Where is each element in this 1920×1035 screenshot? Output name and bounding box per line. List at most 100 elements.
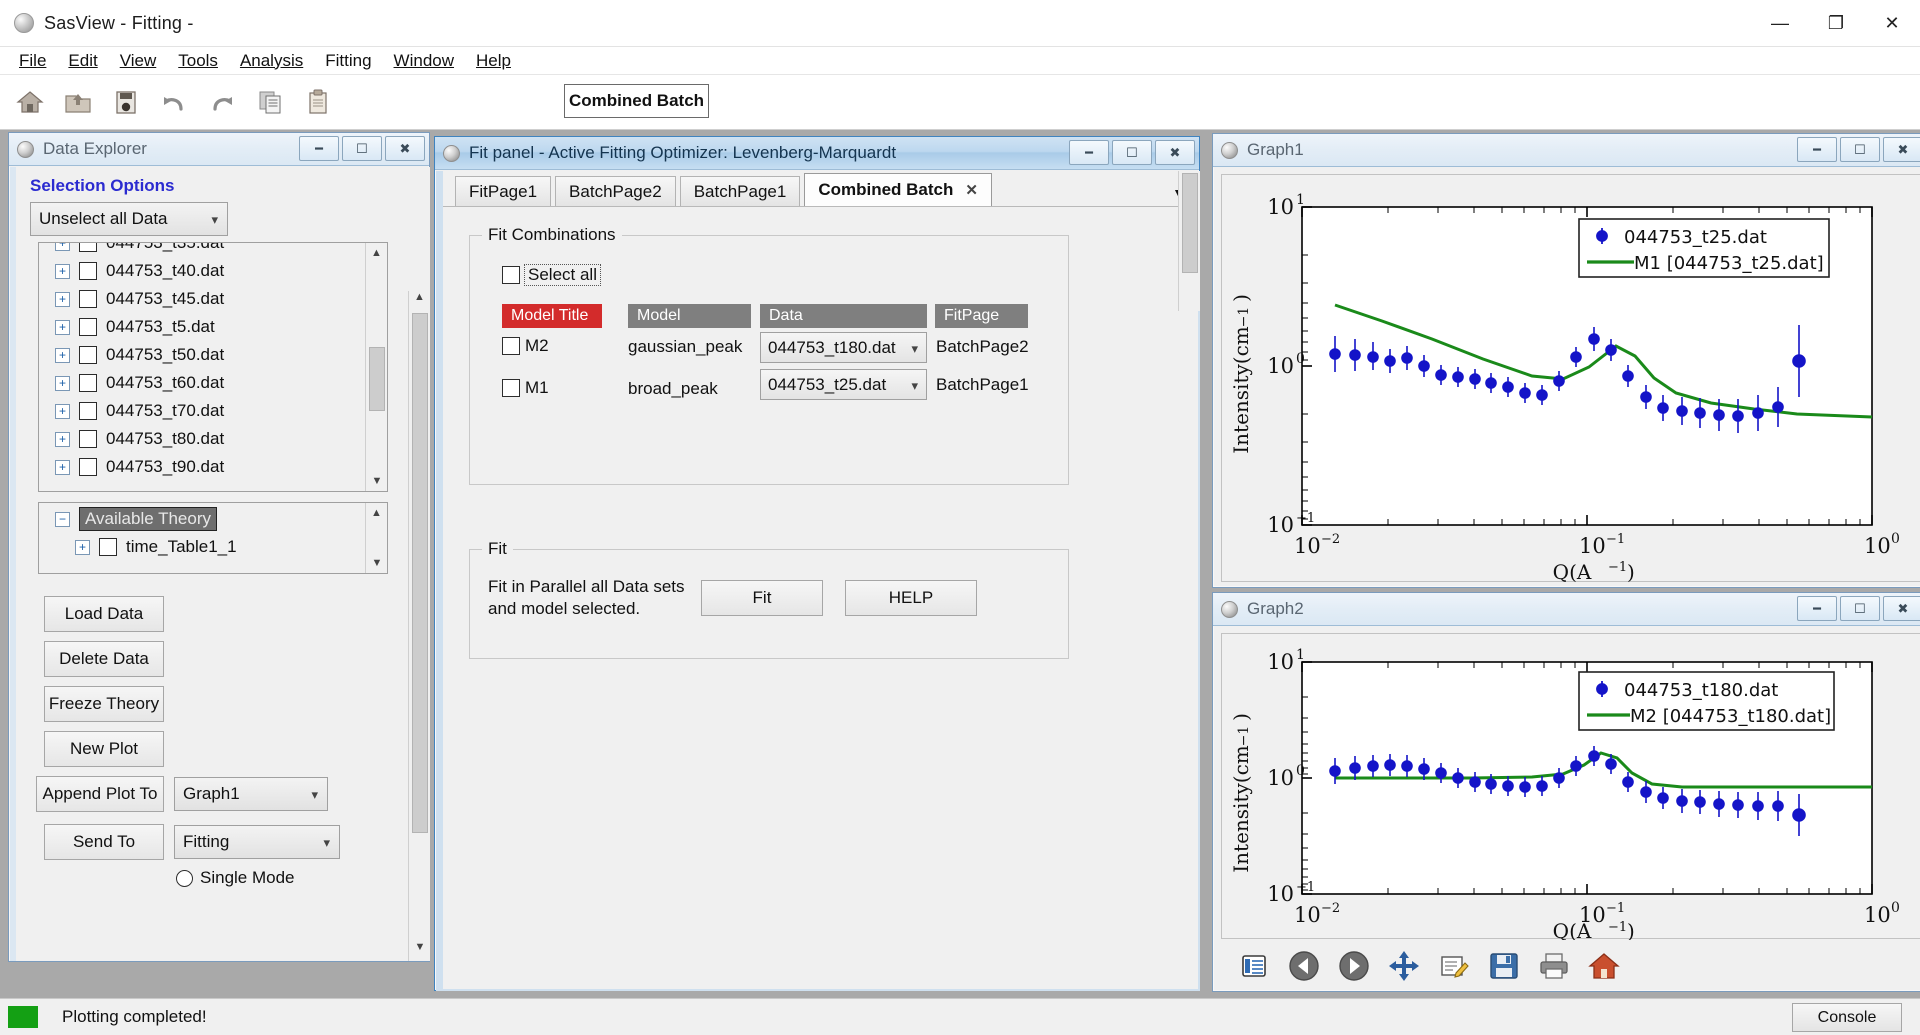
maximize-button[interactable]: ❐ — [1808, 0, 1864, 47]
minimize-button[interactable]: — — [1752, 0, 1808, 47]
expand-icon[interactable]: + — [55, 292, 70, 307]
open-folder-icon[interactable] — [54, 78, 102, 126]
undo-icon[interactable] — [150, 78, 198, 126]
row-checkbox[interactable] — [79, 290, 97, 308]
scroll-thumb[interactable] — [412, 313, 428, 833]
new-plot-button[interactable]: New Plot — [44, 731, 164, 767]
unselect-all-data-combo[interactable]: Unselect all Data ▾ — [30, 202, 228, 236]
home-icon[interactable] — [6, 78, 54, 126]
menu-file[interactable]: File — [8, 49, 57, 73]
append-plot-target-combo[interactable]: Graph1 ▾ — [174, 777, 328, 811]
expand-icon[interactable]: + — [55, 460, 70, 475]
theory-tree-scrollbar[interactable]: ▲ ▼ — [365, 503, 387, 573]
expand-icon[interactable]: + — [55, 404, 70, 419]
paste-icon[interactable] — [294, 78, 342, 126]
scroll-down-icon[interactable]: ▼ — [366, 553, 388, 573]
tab-fitpage1[interactable]: FitPage1 — [455, 176, 551, 206]
tree-row[interactable]: + 044753_t60.dat — [39, 369, 365, 397]
scroll-thumb[interactable] — [1182, 173, 1198, 273]
append-plot-to-button[interactable]: Append Plot To — [36, 776, 164, 812]
menu-help[interactable]: Help — [465, 49, 522, 73]
menu-edit[interactable]: Edit — [57, 49, 108, 73]
expand-icon[interactable]: + — [55, 320, 70, 335]
data-explorer-minimize-button[interactable]: ━ — [299, 136, 339, 161]
collapse-icon[interactable]: − — [55, 512, 70, 527]
menu-window[interactable]: Window — [383, 49, 465, 73]
graph2-close-button[interactable]: ✖ — [1883, 596, 1920, 621]
send-to-button[interactable]: Send To — [44, 824, 164, 860]
scroll-thumb[interactable] — [369, 347, 385, 411]
help-button[interactable]: HELP — [845, 580, 977, 616]
save-icon[interactable] — [102, 78, 150, 126]
tree-row[interactable]: + time_Table1_1 — [39, 533, 365, 561]
scroll-down-icon[interactable]: ▼ — [366, 471, 388, 491]
menu-fitting[interactable]: Fitting — [314, 49, 382, 73]
send-to-target-combo[interactable]: Fitting ▾ — [174, 825, 340, 859]
expand-icon[interactable]: + — [55, 376, 70, 391]
forward-arrow-icon[interactable] — [1337, 949, 1371, 983]
data-explorer-close-button[interactable]: ✖ — [385, 136, 425, 161]
pan-icon[interactable] — [1387, 949, 1421, 983]
row-checkbox[interactable] — [79, 262, 97, 280]
graph2-restore-button[interactable]: ☐ — [1840, 596, 1880, 621]
expand-icon[interactable]: + — [55, 348, 70, 363]
tree-row[interactable]: + 044753_t70.dat — [39, 397, 365, 425]
expand-icon[interactable]: + — [75, 540, 90, 555]
row-data-combo[interactable]: 044753_t180.dat ▾ — [760, 332, 927, 363]
expand-icon[interactable]: + — [55, 432, 70, 447]
row-checkbox[interactable] — [502, 337, 520, 355]
graph1-plot-canvas[interactable]: Intensity(cm −1 ) 10 1 10 0 10 −1 — [1221, 174, 1920, 582]
tree-row[interactable]: + 044753_t80.dat — [39, 425, 365, 453]
redo-icon[interactable] — [198, 78, 246, 126]
tree-row[interactable]: + 044753_t45.dat — [39, 285, 365, 313]
select-all-row[interactable]: Select all — [502, 264, 601, 286]
graph1-minimize-button[interactable]: ━ — [1797, 137, 1837, 162]
home-icon[interactable] — [1587, 949, 1621, 983]
graph1-close-button[interactable]: ✖ — [1883, 137, 1920, 162]
graph2-minimize-button[interactable]: ━ — [1797, 596, 1837, 621]
menu-tools[interactable]: Tools — [167, 49, 229, 73]
combined-batch-chip[interactable]: Combined Batch — [564, 84, 709, 118]
copy-icon[interactable] — [246, 78, 294, 126]
tree-row-available-theory[interactable]: − Available Theory — [39, 505, 365, 533]
configure-subplots-icon[interactable] — [1237, 949, 1271, 983]
fit-button[interactable]: Fit — [701, 580, 823, 616]
theory-tree[interactable]: − Available Theory + time_Table1_1 ▲ ▼ — [38, 502, 388, 574]
save-icon[interactable] — [1487, 949, 1521, 983]
row-checkbox[interactable] — [79, 374, 97, 392]
data-explorer-scrollbar[interactable]: ▲ ▼ — [408, 291, 430, 961]
tab-batchpage2[interactable]: BatchPage2 — [555, 176, 676, 206]
table-row[interactable]: M1 — [502, 378, 549, 398]
delete-data-button[interactable]: Delete Data — [44, 641, 164, 677]
row-checkbox[interactable] — [79, 346, 97, 364]
row-data-combo[interactable]: 044753_t25.dat ▾ — [760, 369, 927, 400]
fit-panel-restore-button[interactable]: ☐ — [1112, 140, 1152, 165]
single-mode-radio[interactable]: Single Mode — [176, 868, 430, 888]
row-checkbox[interactable] — [79, 402, 97, 420]
scroll-up-icon[interactable]: ▲ — [366, 503, 387, 523]
print-icon[interactable] — [1537, 949, 1571, 983]
menu-analysis[interactable]: Analysis — [229, 49, 314, 73]
fit-panel-minimize-button[interactable]: ━ — [1069, 140, 1109, 165]
tree-row[interactable]: + 044753_t50.dat — [39, 341, 365, 369]
expand-icon[interactable]: + — [55, 242, 70, 251]
edit-icon[interactable] — [1437, 949, 1471, 983]
close-icon[interactable]: ✕ — [965, 181, 978, 199]
tree-row[interactable]: + 044753_t5.dat — [39, 313, 365, 341]
data-tree[interactable]: + 044753_t35.dat + 044753_t40.dat + 0447… — [38, 242, 388, 492]
fit-panel-scrollbar[interactable] — [1178, 171, 1200, 311]
close-button[interactable]: ✕ — [1864, 0, 1920, 47]
tab-combined-batch[interactable]: Combined Batch ✕ — [804, 173, 992, 206]
select-all-checkbox[interactable] — [502, 266, 520, 284]
data-tree-scrollbar[interactable]: ▲ ▼ — [365, 243, 387, 491]
fit-panel-close-button[interactable]: ✖ — [1155, 140, 1195, 165]
tree-row[interactable]: + 044753_t90.dat — [39, 453, 365, 481]
row-checkbox[interactable] — [502, 379, 520, 397]
row-checkbox[interactable] — [79, 430, 97, 448]
data-explorer-restore-button[interactable]: ☐ — [342, 136, 382, 161]
scroll-up-icon[interactable]: ▲ — [366, 243, 387, 263]
tree-row[interactable]: + 044753_t40.dat — [39, 257, 365, 285]
row-checkbox[interactable] — [79, 458, 97, 476]
tree-row[interactable]: + 044753_t35.dat — [39, 242, 365, 257]
back-arrow-icon[interactable] — [1287, 949, 1321, 983]
